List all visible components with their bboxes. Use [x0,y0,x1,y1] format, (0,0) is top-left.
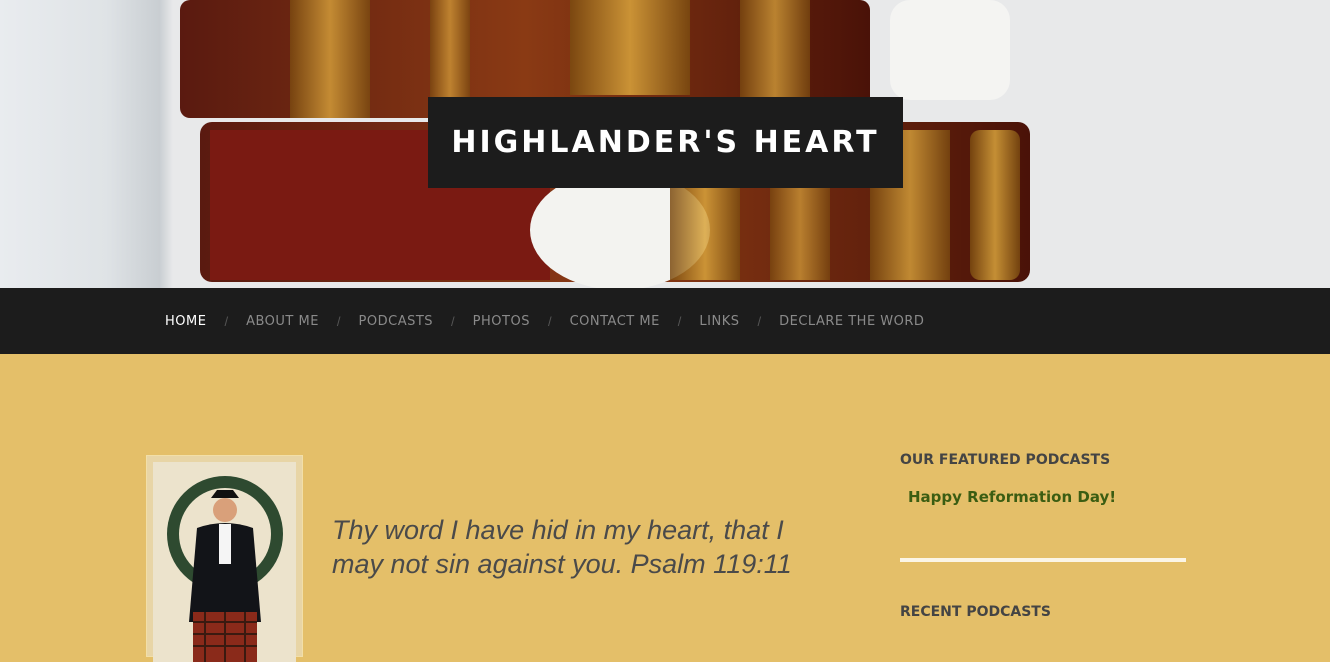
featured-podcast-link[interactable]: Happy Reformation Day! [908,488,1186,506]
main-navigation: HOME / ABOUT ME / PODCASTS / PHOTOS / CONTAC… [0,288,1330,354]
nav-item-photos[interactable]: PHOTOS [473,314,530,329]
recent-podcasts-title: RECENT PODCASTS [900,604,1051,620]
nav-separator: / [224,313,229,329]
site-title-box[interactable]: HIGHLANDER'S HEART [428,97,903,188]
site-header: HIGHLANDER'S HEART [0,0,1330,288]
sidebar: OUR FEATURED PODCASTS Happy Reformation … [900,452,1186,620]
nav-item-home[interactable]: HOME [165,314,206,329]
nav-separator: / [451,313,455,329]
nav-item-contact-me[interactable]: CONTACT ME [570,314,660,329]
nav-separator: / [547,313,552,329]
nav-separator: / [336,313,341,329]
nav-separator: / [677,313,682,329]
nav-item-declare-the-word[interactable]: DECLARE THE WORD [779,314,924,329]
scripture-quote: Thy word I have hid in my heart, that I … [332,515,792,579]
profile-photo[interactable] [146,455,303,662]
profile-photo-image [153,462,296,662]
site-title[interactable]: HIGHLANDER'S HEART [451,125,879,160]
nav-item-links[interactable]: LINKS [699,314,739,329]
nav-item-podcasts[interactable]: PODCASTS [359,314,434,329]
portrait-illustration [167,476,283,662]
nav-item-about-me[interactable]: ABOUT ME [246,314,319,329]
featured-podcasts-title: OUR FEATURED PODCASTS [900,452,1111,468]
nav-separator: / [757,313,762,329]
sidebar-divider [900,558,1186,562]
